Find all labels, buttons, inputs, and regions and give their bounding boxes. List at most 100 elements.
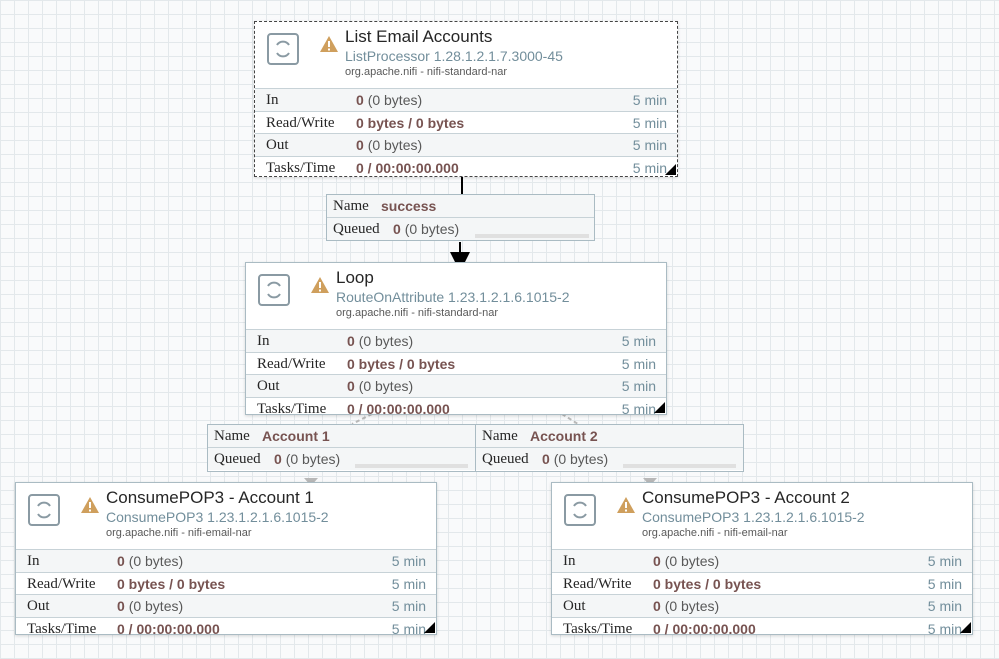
stat-row-tasks: Tasks/Time 0 / 00:00:00.000 5 min — [16, 616, 436, 640]
stat-value: 0 — [653, 553, 661, 569]
connection-label-account-1[interactable]: Name Account 1 Queued 0 (0 bytes) — [207, 424, 476, 472]
processor-type: RouteOnAttribute 1.23.1.2.1.6.1015-2 — [336, 289, 570, 305]
stat-period: 5 min — [621, 333, 656, 349]
stat-label: Tasks/Time — [266, 159, 336, 176]
stat-period: 5 min — [927, 575, 962, 592]
resize-corner[interactable] — [960, 622, 971, 633]
warning-icon[interactable] — [319, 35, 339, 53]
stat-row-tasks: Tasks/Time 0 / 00:00:00.000 5 min — [255, 155, 677, 179]
processor-bundle: org.apache.nifi - nifi-email-nar — [642, 527, 788, 539]
processor-loop[interactable]: Loop RouteOnAttribute 1.23.1.2.1.6.1015-… — [245, 262, 667, 417]
stat-detail: (0 bytes) — [358, 378, 414, 394]
resize-corner[interactable] — [424, 622, 435, 633]
stat-row-out: Out 0 (0 bytes) 5 min — [246, 374, 666, 397]
stat-label: Out — [257, 378, 280, 394]
stat-label: Read/Write — [266, 114, 335, 131]
stat-value: 0 / 00:00:00.000 — [347, 400, 450, 417]
stat-period: 5 min — [391, 598, 426, 614]
warning-icon[interactable] — [616, 496, 636, 514]
stat-period: 5 min — [391, 575, 426, 592]
stat-value: 0 / 00:00:00.000 — [117, 620, 220, 637]
processor-icon — [258, 274, 290, 306]
stat-row-readwrite: Read/Write 0 bytes / 0 bytes 5 min — [255, 110, 677, 134]
processor-consumepop3-account-1[interactable]: ConsumePOP3 - Account 1 ConsumePOP3 1.23… — [15, 482, 437, 637]
stat-value: 0 / 00:00:00.000 — [356, 159, 459, 176]
processor-type: ConsumePOP3 1.23.1.2.1.6.1015-2 — [106, 509, 329, 525]
resize-corner[interactable] — [665, 164, 676, 175]
connection-name-label: Name — [333, 198, 369, 214]
stat-row-out: Out 0 (0 bytes) 5 min — [255, 133, 677, 156]
stat-label: Tasks/Time — [257, 400, 327, 417]
processor-header: Loop RouteOnAttribute 1.23.1.2.1.6.1015-… — [246, 263, 666, 329]
stat-label: Read/Write — [257, 355, 326, 372]
warning-icon[interactable] — [310, 276, 330, 294]
stat-row-tasks: Tasks/Time 0 / 00:00:00.000 5 min — [552, 616, 972, 640]
connection-label-success[interactable]: Name success Queued 0 (0 bytes) — [326, 194, 595, 241]
stat-value: 0 bytes / 0 bytes — [653, 575, 762, 592]
connection-name: success — [381, 198, 437, 214]
stat-value: 0 / 00:00:00.000 — [653, 620, 756, 637]
connection-queued-row: Queued 0 (0 bytes) — [327, 217, 594, 240]
connection-label-account-2[interactable]: Name Account 2 Queued 0 (0 bytes) — [475, 424, 744, 472]
queued-count: 0 — [542, 451, 550, 467]
processor-icon — [28, 494, 60, 526]
stat-label: In — [257, 333, 270, 349]
stat-row-readwrite: Read/Write 0 bytes / 0 bytes 5 min — [246, 351, 666, 375]
connection-queued-label: Queued — [333, 221, 380, 237]
stat-detail: (0 bytes) — [358, 333, 414, 349]
stat-row-in: In 0 (0 bytes) 5 min — [246, 329, 666, 352]
stat-value: 0 bytes / 0 bytes — [117, 575, 226, 592]
stat-value: 0 — [117, 598, 125, 614]
stat-detail: (0 bytes) — [128, 598, 184, 614]
queue-progress-bar — [475, 234, 589, 238]
queued-count: 0 — [274, 451, 282, 467]
processor-bundle: org.apache.nifi - nifi-standard-nar — [345, 66, 508, 78]
stat-value: 0 — [347, 333, 355, 349]
stat-value: 0 — [356, 92, 364, 108]
stat-detail: (0 bytes) — [128, 553, 184, 569]
queued-count: 0 — [393, 221, 401, 237]
processor-title: Loop — [336, 268, 374, 287]
stat-row-out: Out 0 (0 bytes) 5 min — [16, 594, 436, 617]
processor-consumepop3-account-2[interactable]: ConsumePOP3 - Account 2 ConsumePOP3 1.23… — [551, 482, 973, 637]
stat-row-in: In 0 (0 bytes) 5 min — [16, 549, 436, 572]
stat-value: 0 — [347, 378, 355, 394]
stat-label: Out — [27, 598, 50, 614]
resize-corner[interactable] — [654, 402, 665, 413]
stat-label: Out — [563, 598, 586, 614]
stat-period: 5 min — [632, 159, 667, 176]
stat-row-tasks: Tasks/Time 0 / 00:00:00.000 5 min — [246, 396, 666, 420]
connection-name: Account 2 — [530, 428, 598, 444]
stat-value: 0 — [653, 598, 661, 614]
stat-label: Tasks/Time — [27, 620, 97, 637]
stat-row-readwrite: Read/Write 0 bytes / 0 bytes 5 min — [552, 571, 972, 595]
queued-size: (0 bytes) — [285, 451, 341, 467]
stat-label: Read/Write — [563, 575, 632, 592]
queue-progress-bar — [355, 464, 468, 468]
processor-title: List Email Accounts — [345, 27, 493, 46]
stat-row-in: In 0 (0 bytes) 5 min — [552, 549, 972, 572]
connection-name: Account 1 — [262, 428, 330, 444]
connection-queued-label: Queued — [482, 451, 529, 467]
connection-name-label: Name — [214, 428, 250, 444]
stat-label: Out — [266, 137, 289, 153]
connection-name-row: Name Account 2 — [476, 425, 743, 447]
stat-label: In — [27, 553, 40, 569]
warning-icon[interactable] — [80, 496, 100, 514]
processor-header: ConsumePOP3 - Account 2 ConsumePOP3 1.23… — [552, 483, 972, 549]
stat-period: 5 min — [927, 598, 962, 614]
stat-period: 5 min — [927, 620, 962, 637]
stat-row-out: Out 0 (0 bytes) 5 min — [552, 594, 972, 617]
processor-list-email-accounts[interactable]: List Email Accounts ListProcessor 1.28.1… — [254, 21, 678, 177]
connection-queued-label: Queued — [214, 451, 261, 467]
stat-period: 5 min — [632, 114, 667, 131]
connection-name-row: Name Account 1 — [208, 425, 475, 447]
connection-queued-row: Queued 0 (0 bytes) — [476, 447, 743, 470]
stat-value: 0 — [117, 553, 125, 569]
stat-period: 5 min — [927, 553, 962, 569]
processor-bundle: org.apache.nifi - nifi-email-nar — [106, 527, 252, 539]
stat-row-readwrite: Read/Write 0 bytes / 0 bytes 5 min — [16, 571, 436, 595]
processor-icon — [267, 33, 299, 65]
stat-detail: (0 bytes) — [367, 92, 423, 108]
stat-label: Tasks/Time — [563, 620, 633, 637]
